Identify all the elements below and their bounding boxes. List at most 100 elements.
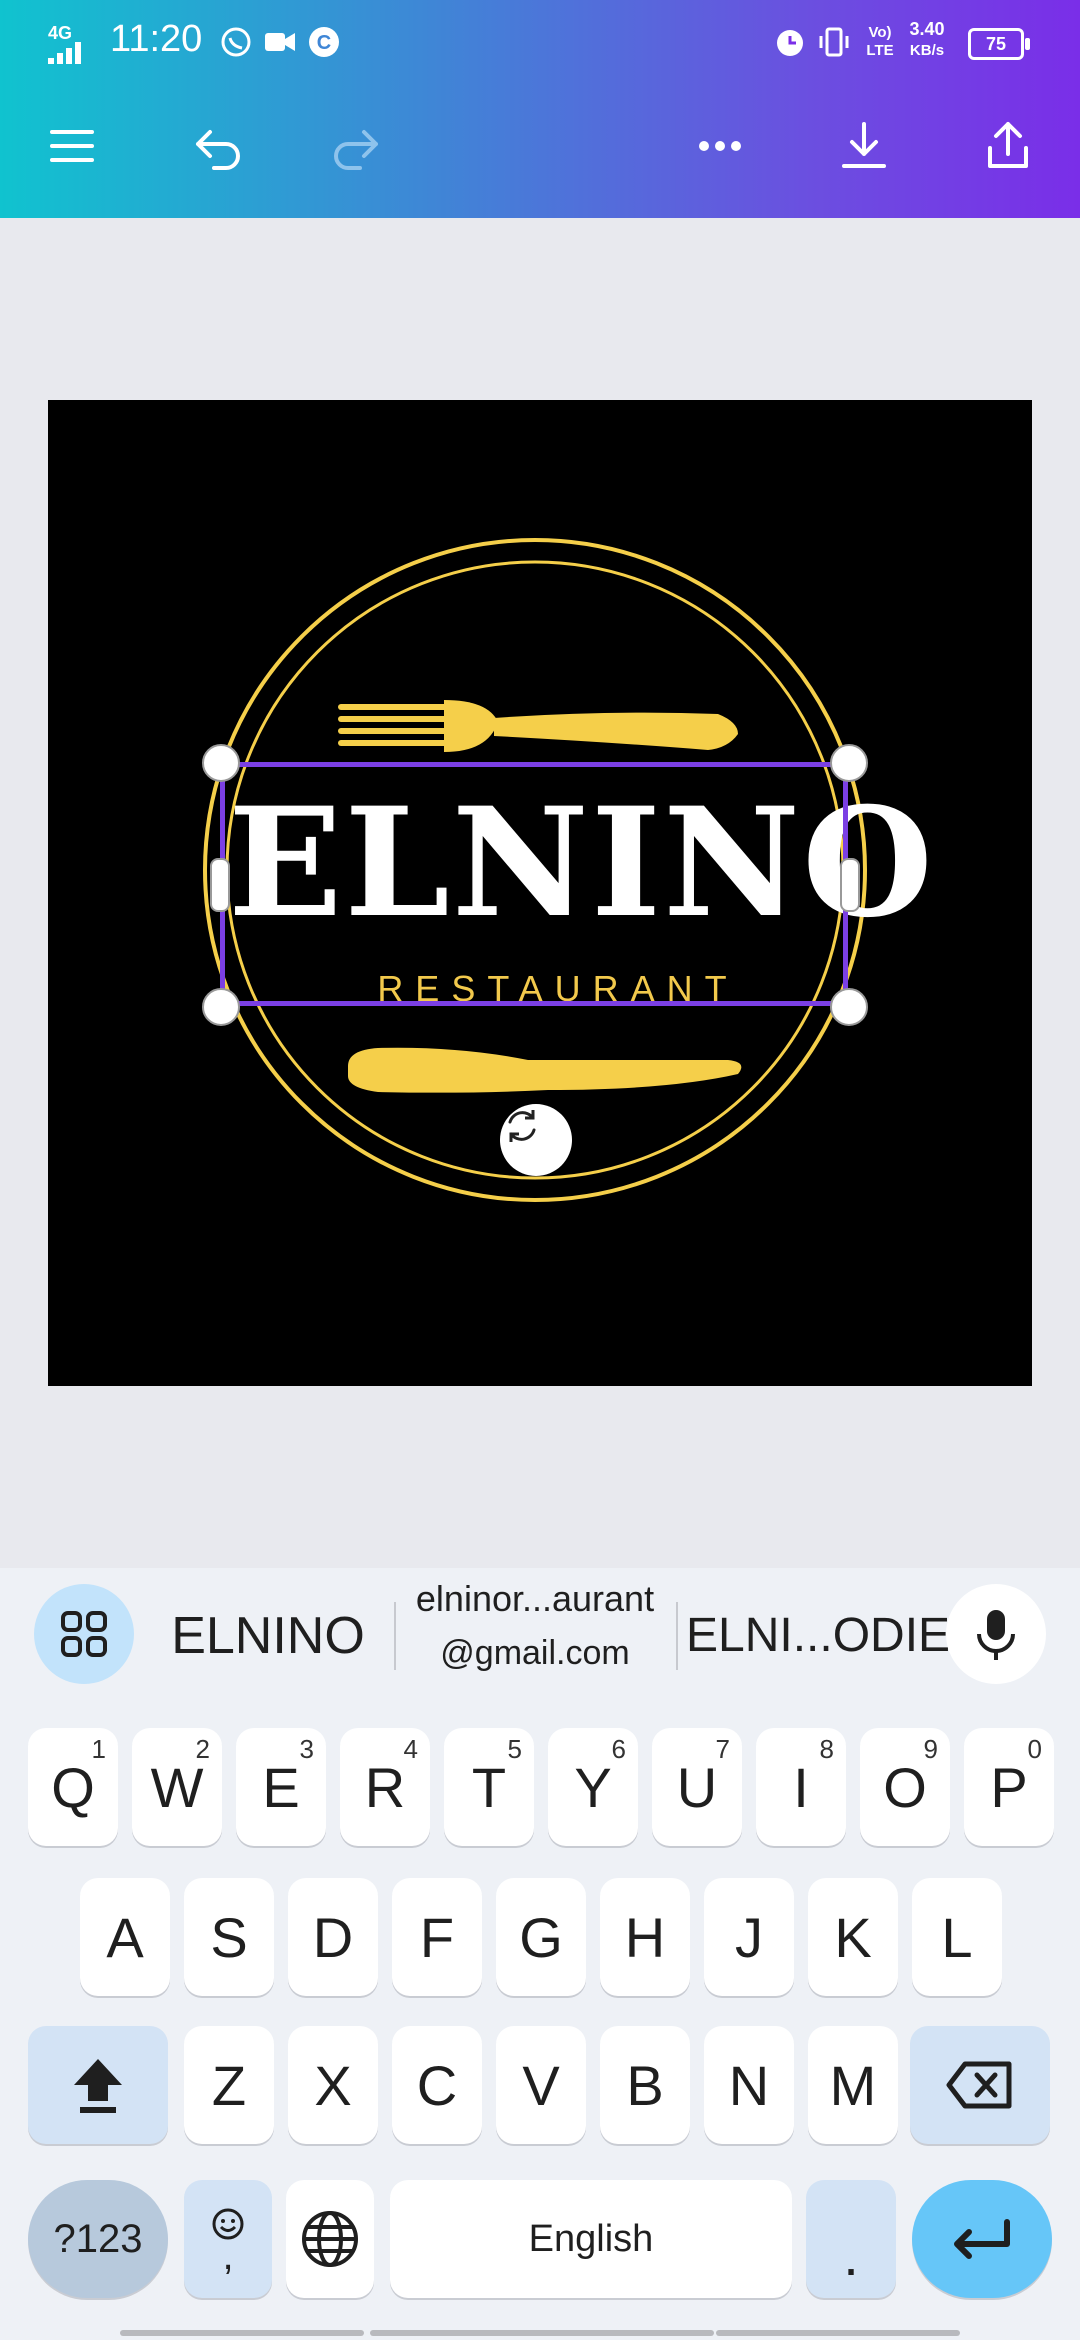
key-q[interactable]: Q1 <box>28 1728 118 1846</box>
shift-icon <box>74 2059 122 2113</box>
resize-handle-bottom-right[interactable] <box>830 988 868 1026</box>
key-s[interactable]: S <box>184 1878 274 1996</box>
signal-icon <box>48 42 81 64</box>
key-label: Y <box>574 1755 612 1819</box>
microphone-icon <box>977 1610 1015 1660</box>
redo-button[interactable] <box>318 108 394 184</box>
suggestion-strip: ELNINO elninor...aurant @gmail.com ELNI.… <box>0 1568 1080 1700</box>
resize-handle-left[interactable] <box>210 858 230 912</box>
share-button[interactable] <box>970 108 1046 184</box>
key-l[interactable]: L <box>912 1878 1002 1996</box>
more-button[interactable] <box>682 108 758 184</box>
resize-handle-right[interactable] <box>840 858 860 912</box>
backspace-icon <box>946 2061 1012 2109</box>
key-j[interactable]: J <box>704 1878 794 1996</box>
key-g[interactable]: G <box>496 1878 586 1996</box>
resize-handle-bottom-left[interactable] <box>202 988 240 1026</box>
period-key[interactable]: . <box>806 2180 896 2298</box>
symbols-key[interactable]: ?123 <box>28 2180 168 2298</box>
key-m[interactable]: M <box>808 2026 898 2144</box>
undo-icon <box>196 130 240 170</box>
suggestion-divider <box>394 1602 396 1670</box>
key-v[interactable]: V <box>496 2026 586 2144</box>
selection-box[interactable] <box>220 762 848 1006</box>
suggestion-3[interactable]: ELNI...ODIE <box>686 1608 950 1663</box>
download-icon <box>842 122 886 168</box>
clock: 11:20 <box>110 18 203 60</box>
keyboard-apps-button[interactable] <box>34 1584 134 1684</box>
key-label: P <box>990 1755 1028 1819</box>
more-icon <box>699 141 741 151</box>
space-key[interactable]: English <box>390 2180 792 2298</box>
key-label: O <box>883 1755 927 1819</box>
key-x[interactable]: X <box>288 2026 378 2144</box>
voice-input-button[interactable] <box>946 1584 1046 1684</box>
key-label: Q <box>51 1755 95 1819</box>
battery-indicator: 75 <box>968 28 1030 60</box>
vibrate-icon <box>819 27 849 57</box>
key-number-hint: 3 <box>299 1734 314 1764</box>
key-c[interactable]: C <box>392 2026 482 2144</box>
language-key[interactable] <box>286 2180 374 2298</box>
design-canvas[interactable]: ELNINO RESTAURANT <box>48 400 1032 1386</box>
key-label: E <box>262 1755 300 1819</box>
suggestion-2-line2[interactable]: @gmail.com <box>400 1634 670 1673</box>
net-speed-value: 3.40 <box>909 19 945 39</box>
key-label: R <box>364 1755 406 1819</box>
key-number-hint: 1 <box>91 1734 106 1764</box>
enter-key[interactable] <box>912 2180 1052 2298</box>
rotate-icon <box>508 1110 536 1142</box>
status-bar: 4G 11:20 C Vo) LTE 3.40 KB/s 75 <box>0 14 1080 70</box>
suggestion-1[interactable]: ELNINO <box>160 1606 376 1666</box>
key-number-hint: 0 <box>1027 1734 1042 1764</box>
resize-handle-top-right[interactable] <box>830 744 868 782</box>
comma-label: , <box>222 2234 234 2278</box>
key-n[interactable]: N <box>704 2026 794 2144</box>
gesture-bar-right <box>716 2330 960 2336</box>
shift-key[interactable] <box>28 2026 168 2144</box>
resize-handle-top-left[interactable] <box>202 744 240 782</box>
rotate-button[interactable] <box>500 1104 572 1176</box>
suggestion-2-line1[interactable]: elninor...aurant <box>400 1578 670 1620</box>
backspace-key[interactable] <box>910 2026 1050 2144</box>
alarm-icon <box>777 30 803 56</box>
share-icon <box>988 122 1028 168</box>
key-h[interactable]: H <box>600 1878 690 1996</box>
whatsapp-icon <box>221 27 251 57</box>
undo-button[interactable] <box>180 108 256 184</box>
download-button[interactable] <box>826 108 902 184</box>
gesture-bar-left <box>120 2330 364 2336</box>
key-b[interactable]: B <box>600 2026 690 2144</box>
apps-grid-icon <box>61 1611 107 1657</box>
globe-icon <box>302 2211 358 2267</box>
redo-icon <box>334 130 378 170</box>
key-e[interactable]: E3 <box>236 1728 326 1846</box>
app-header: 4G 11:20 C Vo) LTE 3.40 KB/s 75 <box>0 0 1080 218</box>
net-speed-unit: KB/s <box>909 42 945 59</box>
hamburger-icon <box>50 130 94 162</box>
key-i[interactable]: I8 <box>756 1728 846 1846</box>
network-indicator: 4G <box>48 23 73 43</box>
soft-keyboard: ELNINO elninor...aurant @gmail.com ELNI.… <box>0 1568 1080 2340</box>
key-z[interactable]: Z <box>184 2026 274 2144</box>
key-t[interactable]: T5 <box>444 1728 534 1846</box>
key-number-hint: 9 <box>923 1734 938 1764</box>
key-u[interactable]: U7 <box>652 1728 742 1846</box>
key-a[interactable]: A <box>80 1878 170 1996</box>
key-p[interactable]: P0 <box>964 1728 1054 1846</box>
key-label: I <box>793 1755 809 1819</box>
key-number-hint: 2 <box>195 1734 210 1764</box>
key-k[interactable]: K <box>808 1878 898 1996</box>
key-d[interactable]: D <box>288 1878 378 1996</box>
video-icon <box>265 33 295 51</box>
key-number-hint: 8 <box>819 1734 834 1764</box>
key-y[interactable]: Y6 <box>548 1728 638 1846</box>
emoji-comma-key[interactable]: , <box>184 2180 272 2298</box>
menu-button[interactable] <box>34 108 110 184</box>
key-o[interactable]: O9 <box>860 1728 950 1846</box>
volte-indicator: Vo) LTE <box>866 24 894 59</box>
enter-icon <box>954 2219 1010 2259</box>
key-f[interactable]: F <box>392 1878 482 1996</box>
key-w[interactable]: W2 <box>132 1728 222 1846</box>
key-r[interactable]: R4 <box>340 1728 430 1846</box>
